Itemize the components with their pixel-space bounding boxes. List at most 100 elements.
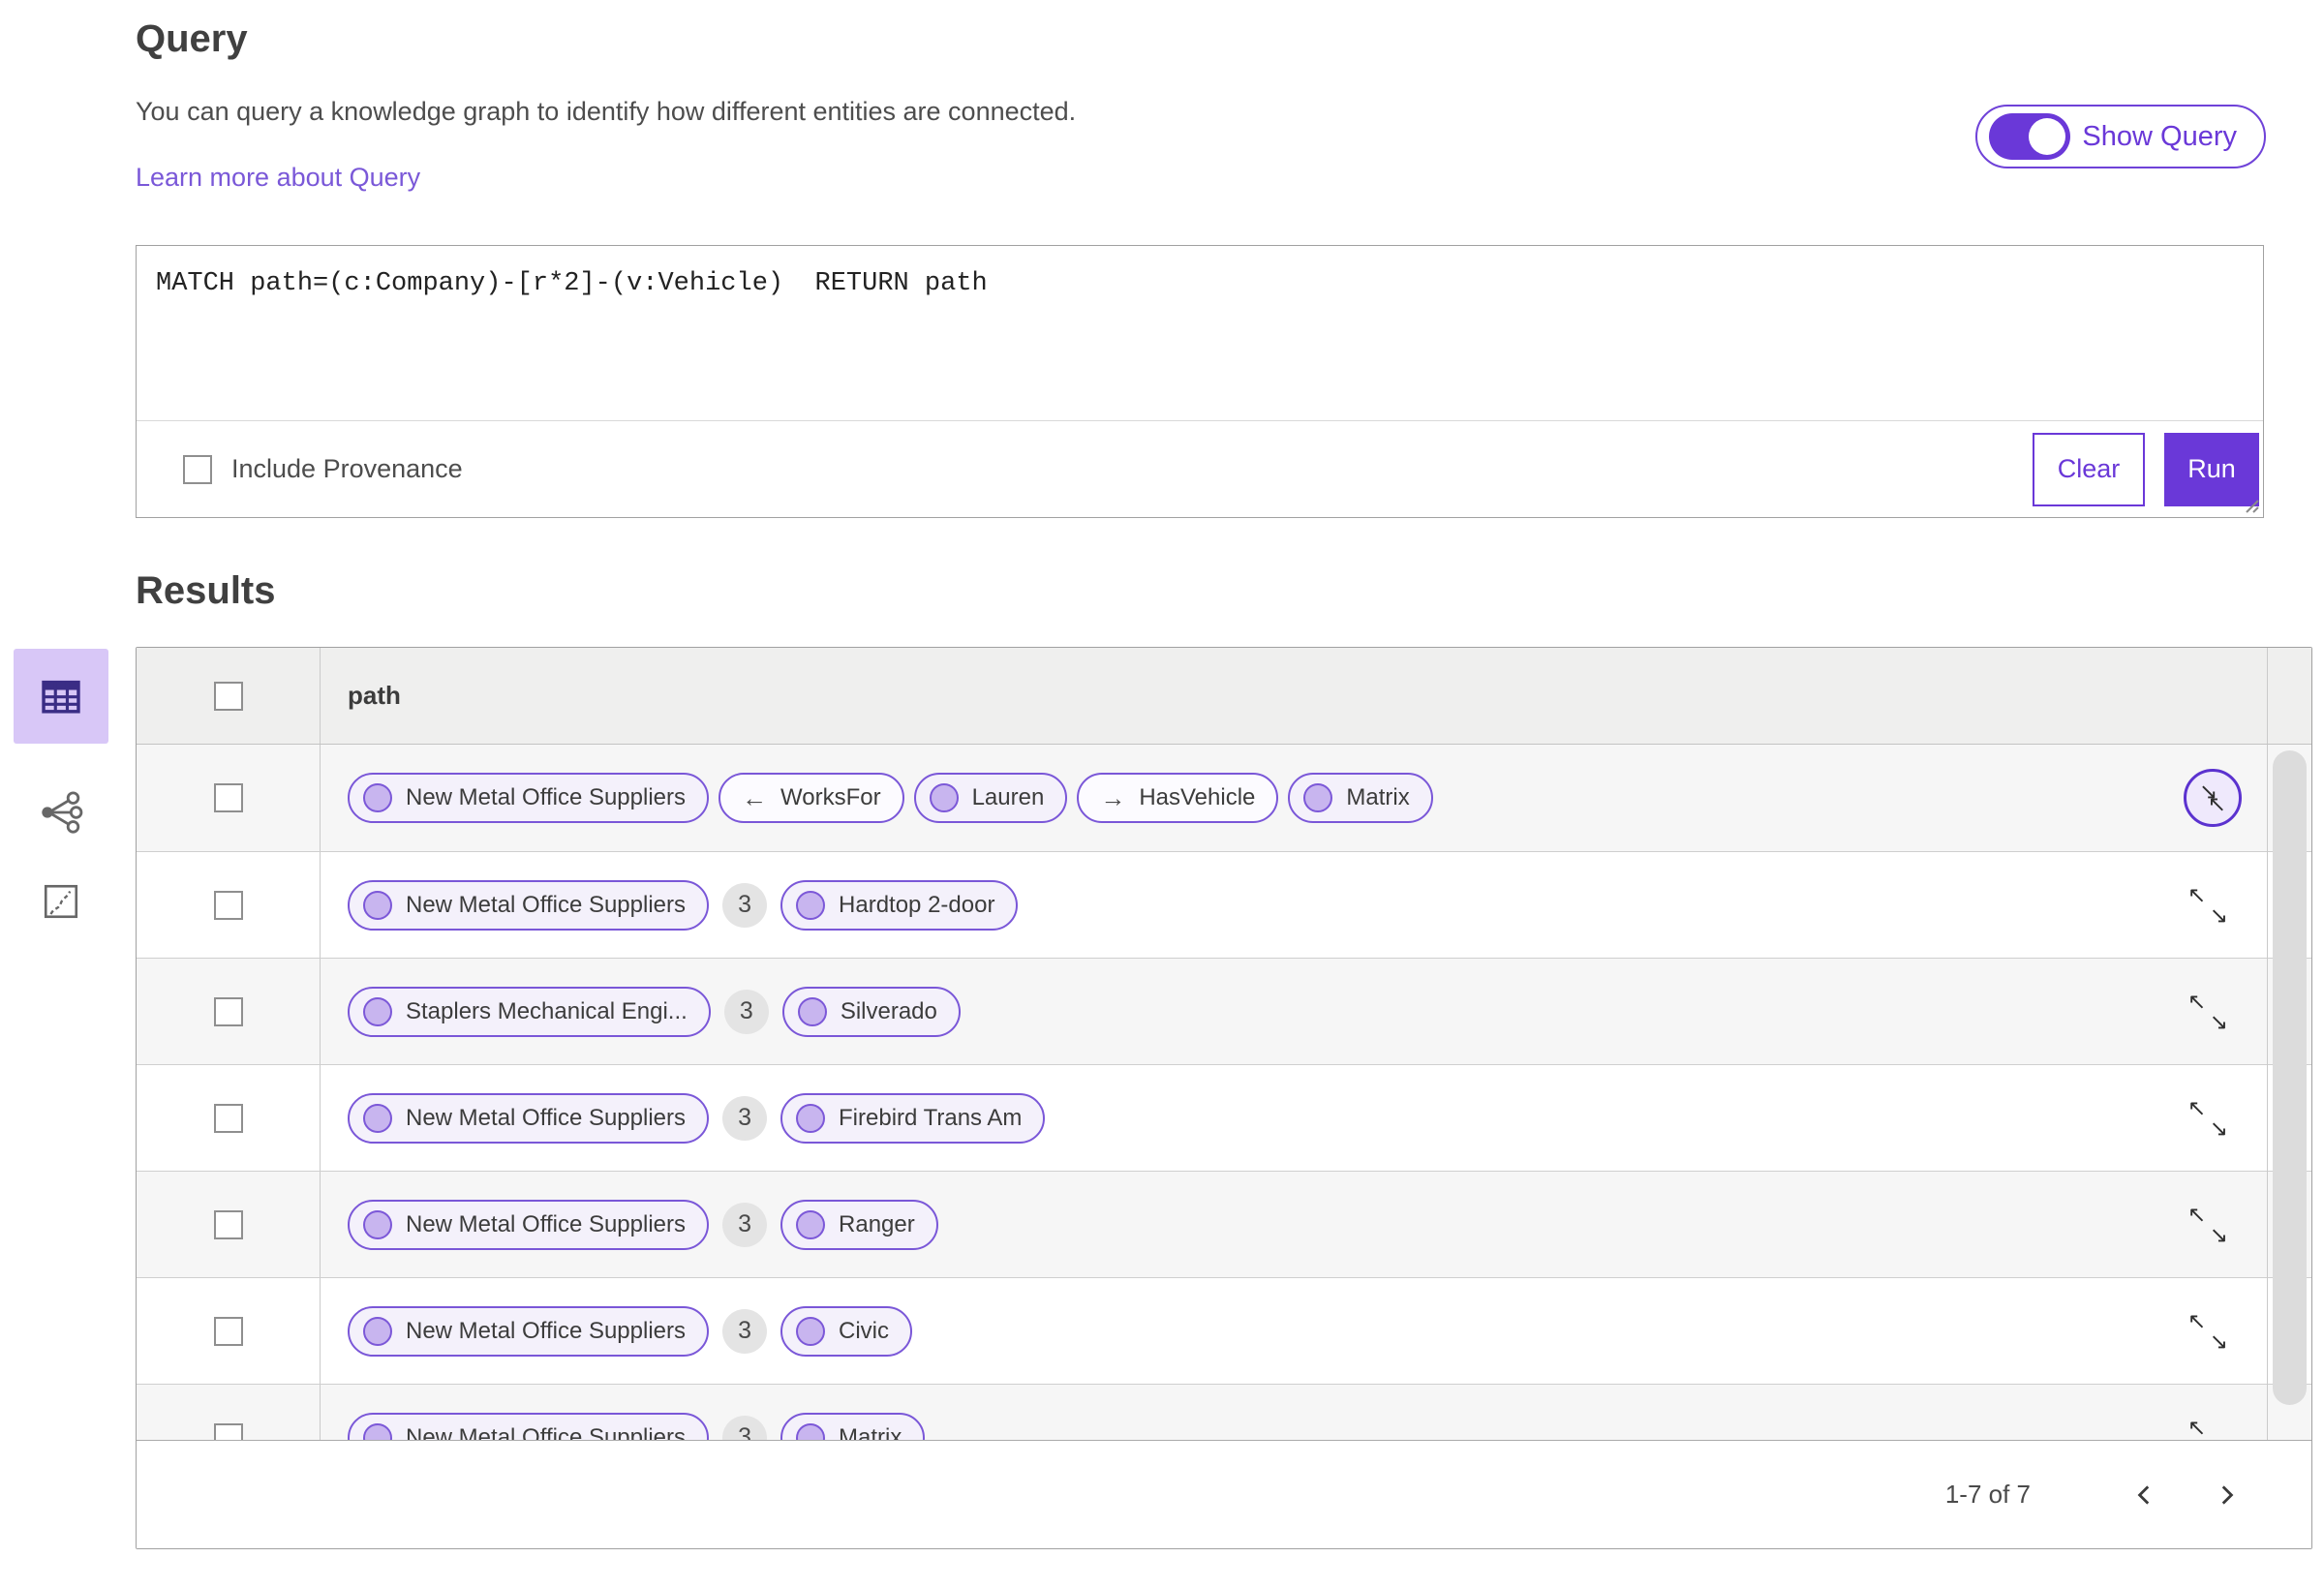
show-query-toggle[interactable]: Show Query: [1975, 105, 2266, 168]
entity-pill[interactable]: New Metal Office Suppliers: [348, 1412, 710, 1440]
arrow-left-icon: ←: [742, 782, 768, 812]
entity-label: New Metal Office Suppliers: [406, 784, 687, 810]
entity-pill[interactable]: Silverado: [781, 986, 961, 1037]
hop-count-badge: 3: [722, 1202, 768, 1247]
path-pills: New Metal Office Suppliers 3 Firebird Tran…: [348, 1092, 1046, 1144]
entity-dot-icon: [363, 1316, 392, 1346]
query-actions-bar: Include Provenance Clear Run: [137, 420, 2263, 517]
expand-arrow-icon: ↘: [2209, 901, 2228, 928]
entity-label: Matrix: [1346, 784, 1410, 810]
expand-arrow-icon: ↖: [2187, 881, 2207, 907]
chevron-right-icon: [2221, 1484, 2234, 1505]
learn-more-link[interactable]: Learn more about Query: [136, 163, 420, 193]
relationship-pill[interactable]: ← WorksFor: [719, 773, 904, 823]
entity-dot-icon: [796, 1209, 826, 1239]
entity-pill[interactable]: New Metal Office Suppliers: [348, 1305, 710, 1357]
results-table: path New Metal Office Suppliers ← WorksFor…: [136, 647, 2312, 1549]
entity-dot-icon: [363, 890, 392, 920]
expand-arrow-icon: ↖: [2187, 1414, 2207, 1440]
collapse-row-button[interactable]: ↘ ↖: [2184, 769, 2242, 827]
entity-pill[interactable]: New Metal Office Suppliers: [348, 773, 710, 823]
table-row: New Metal Office Suppliers 3 Firebird Tran…: [137, 1064, 2311, 1171]
entity-pill[interactable]: Civic: [780, 1305, 913, 1357]
row-checkbox-cell: [137, 1278, 321, 1384]
expand-row-button[interactable]: ↖↘: [2187, 1203, 2228, 1247]
path-column-header[interactable]: path: [321, 648, 2267, 744]
expand-row-button[interactable]: ↖↘: [2187, 1414, 2228, 1440]
graph-view-button[interactable]: [37, 788, 85, 837]
row-checkbox[interactable]: [213, 996, 243, 1026]
expand-arrow-icon: ↘: [2209, 1115, 2228, 1141]
hop-count-badge: 3: [722, 1415, 768, 1440]
entity-dot-icon: [363, 1422, 392, 1440]
include-provenance-checkbox[interactable]: [183, 454, 212, 484]
table-row: New Metal Office Suppliers 3 Hardtop 2-doo…: [137, 851, 2311, 958]
next-page-button[interactable]: [2205, 1474, 2248, 1516]
hop-count-badge: 3: [722, 1308, 768, 1354]
relationship-label: WorksFor: [780, 784, 881, 810]
entity-pill[interactable]: Lauren: [913, 773, 1068, 823]
row-path-cell: New Metal Office Suppliers 3 Hardtop 2-doo…: [321, 852, 2311, 958]
entity-pill[interactable]: New Metal Office Suppliers: [348, 1092, 710, 1144]
path-pills: New Metal Office Suppliers ← WorksFor Laure…: [348, 773, 1433, 823]
entity-pill[interactable]: Firebird Trans Am: [780, 1092, 1046, 1144]
header-checkbox-cell: [137, 648, 321, 744]
row-checkbox[interactable]: [213, 1422, 243, 1440]
query-page: Query You can query a knowledge graph to…: [0, 0, 2324, 1588]
entity-label: Ranger: [839, 1210, 915, 1237]
expand-row-button[interactable]: ↖↘: [2187, 1094, 2228, 1141]
entity-pill[interactable]: Matrix: [1288, 773, 1433, 823]
entity-label: Lauren: [971, 784, 1045, 810]
table-body: New Metal Office Suppliers ← WorksFor Laure…: [137, 745, 2311, 1440]
row-path-cell: New Metal Office Suppliers 3 Firebird Tran…: [321, 1065, 2311, 1171]
expand-row-button[interactable]: ↖↘: [2187, 1309, 2228, 1354]
entity-pill[interactable]: Staplers Mechanical Engi...: [348, 986, 711, 1037]
previous-page-button[interactable]: [2124, 1474, 2166, 1516]
row-checkbox[interactable]: [213, 890, 243, 920]
entity-label: New Metal Office Suppliers: [406, 891, 687, 918]
entity-pill[interactable]: New Metal Office Suppliers: [348, 1199, 710, 1250]
row-path-cell: Staplers Mechanical Engi... 3 Silverado ↖ ↘: [321, 959, 2311, 1064]
entity-dot-icon: [363, 996, 392, 1026]
expand-arrow-icon: ↘: [2209, 1328, 2228, 1354]
entity-dot-icon: [797, 996, 827, 1026]
map-view-button[interactable]: [41, 881, 81, 922]
row-path-cell: New Metal Office Suppliers 3 Civic ↖ ↘: [321, 1278, 2311, 1384]
row-checkbox[interactable]: [213, 1103, 243, 1133]
select-all-checkbox[interactable]: [213, 681, 243, 711]
resize-handle-icon[interactable]: [2239, 493, 2260, 514]
entity-pill[interactable]: Hardtop 2-door: [780, 879, 1019, 931]
row-checkbox-cell: [137, 1065, 321, 1171]
expand-arrow-icon: ↖: [2187, 1094, 2207, 1120]
entity-label: Hardtop 2-door: [839, 891, 995, 918]
entity-label: New Metal Office Suppliers: [406, 1210, 687, 1237]
row-checkbox-cell: [137, 1172, 321, 1277]
expand-arrow-icon: ↘: [2209, 1221, 2228, 1247]
row-path-cell: New Metal Office Suppliers 3 Ranger ↖ ↘: [321, 1172, 2311, 1277]
expand-row-button[interactable]: ↖↘: [2187, 881, 2228, 928]
row-checkbox-cell: [137, 1385, 321, 1440]
entity-dot-icon: [796, 1316, 826, 1346]
table-header-row: path: [137, 648, 2311, 745]
relationship-pill[interactable]: → HasVehicle: [1077, 773, 1279, 823]
clear-button[interactable]: Clear: [2033, 432, 2145, 506]
row-checkbox[interactable]: [213, 1316, 243, 1346]
expand-row-button[interactable]: ↖↘: [2187, 990, 2228, 1033]
row-checkbox[interactable]: [213, 783, 243, 812]
table-view-button[interactable]: [14, 649, 108, 744]
entity-label: Firebird Trans Am: [839, 1104, 1023, 1131]
entity-label: Silverado: [840, 997, 937, 1024]
entity-pill[interactable]: Ranger: [780, 1199, 938, 1250]
toggle-switch-icon[interactable]: [1989, 113, 2071, 160]
entity-pill[interactable]: Matrix: [780, 1412, 926, 1440]
row-checkbox[interactable]: [213, 1209, 243, 1239]
query-editor-input[interactable]: MATCH path=(c:Company)-[r*2]-(v:Vehicle)…: [137, 246, 2263, 420]
entity-dot-icon: [363, 783, 392, 812]
row-checkbox-cell: [137, 852, 321, 958]
pagination-range-label: 1-7 of 7: [1944, 1480, 2031, 1509]
scrollbar-thumb[interactable]: [2273, 750, 2307, 1405]
entity-dot-icon: [796, 1103, 826, 1133]
entity-pill[interactable]: New Metal Office Suppliers: [348, 879, 710, 931]
include-provenance-label: Include Provenance: [231, 454, 463, 483]
table-row: New Metal Office Suppliers 3 Matrix ↖↘: [137, 1384, 2311, 1440]
